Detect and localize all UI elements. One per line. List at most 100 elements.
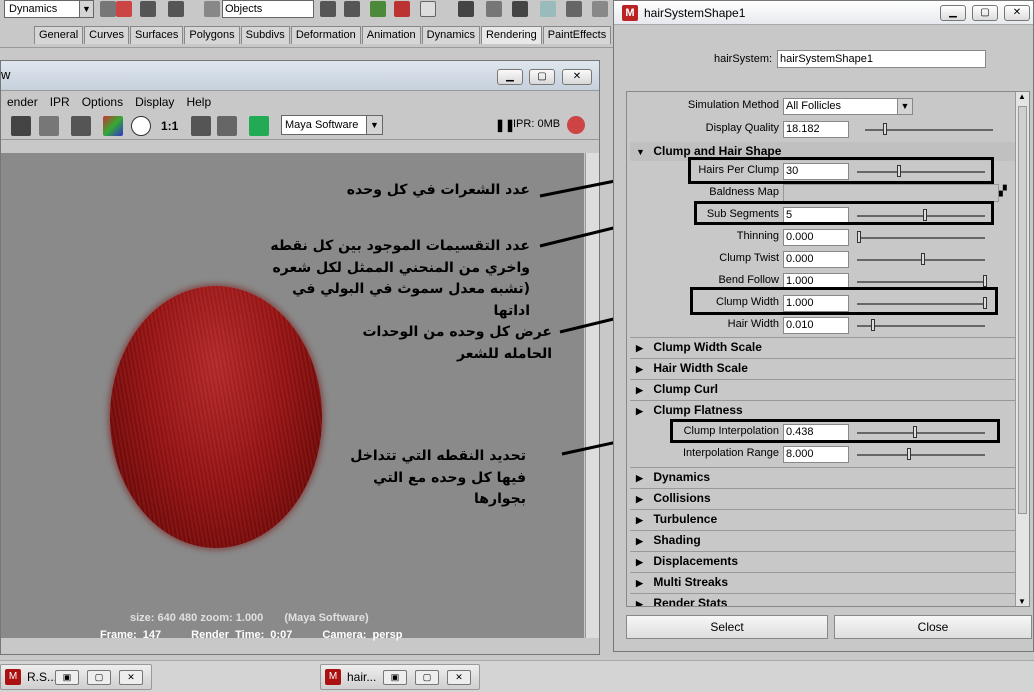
scroll-thumb[interactable] (1018, 106, 1027, 514)
real-size-button[interactable]: 1:1 (161, 119, 178, 133)
history-icon[interactable] (420, 1, 436, 17)
chevron-down-icon[interactable]: ▼ (897, 98, 913, 115)
render-view-scrollbar[interactable] (585, 153, 599, 638)
annotation-clump-interpolation: تحديد النقطه التي تتداخل فيها كل وحده مع… (350, 448, 526, 508)
section-hair-width-scale[interactable]: ▶ Hair Width Scale (630, 358, 1015, 377)
menu-display[interactable]: Display (129, 92, 180, 112)
slider-track[interactable] (857, 325, 985, 327)
interpolation-range-field[interactable]: 8.000 (783, 446, 849, 463)
shelf-tab-rendering[interactable]: Rendering (480, 26, 542, 44)
taskbar-item-render-settings[interactable]: M R.S... ▣ ▢ ✕ (0, 664, 152, 690)
redo-render-icon[interactable] (11, 116, 31, 136)
snap-grid-icon[interactable] (320, 1, 336, 17)
slider-thumb[interactable] (921, 253, 925, 265)
baldness-map-field[interactable] (783, 184, 999, 202)
render-view-titlebar[interactable]: w ▁ ▢ ✕ (1, 61, 599, 91)
attribute-editor-icon[interactable] (566, 1, 582, 17)
menu-render[interactable]: ender (1, 92, 44, 112)
close-editor-button[interactable]: Close (834, 615, 1032, 639)
scroll-down-icon[interactable]: ▼ (1018, 597, 1026, 606)
shelf-tab[interactable]: Polygons (184, 26, 240, 44)
minimize-button[interactable]: ▁ (940, 5, 966, 21)
render-time-text: Render Time: 0:07 (191, 629, 293, 641)
tool-settings-icon[interactable] (592, 1, 608, 17)
section-shading[interactable]: ▶ Shading (630, 530, 1015, 549)
keep-image-icon[interactable] (191, 116, 211, 136)
thinning-field[interactable]: 0.000 (783, 229, 849, 246)
shelf-tab[interactable]: PaintEffects (542, 26, 612, 44)
restore-icon[interactable]: ▣ (55, 670, 79, 685)
section-clump-flatness[interactable]: ▶ Clump Flatness (630, 400, 1015, 419)
map-button-icon[interactable]: ▞ (999, 186, 1007, 197)
attribute-panel-scrollbar[interactable]: ▲ ▼ (1015, 92, 1029, 606)
remove-image-icon[interactable] (217, 116, 237, 136)
taskbar-item-hair[interactable]: M hair... ▣ ▢ ✕ (320, 664, 480, 690)
hair-width-field[interactable]: 0.010 (783, 317, 849, 334)
shelf-tab[interactable]: Surfaces (129, 26, 184, 44)
alpha-channel-icon[interactable] (131, 116, 151, 136)
restore-icon[interactable]: ▣ (383, 670, 407, 685)
new-scene-icon[interactable] (116, 1, 132, 17)
slider-track[interactable] (857, 454, 985, 456)
maximize-button[interactable]: ▢ (972, 5, 998, 21)
simulation-method-select[interactable]: All Follicles (783, 98, 912, 115)
save-scene-icon[interactable] (168, 1, 184, 17)
close-button[interactable]: ✕ (562, 69, 592, 85)
close-icon[interactable]: ✕ (119, 670, 143, 685)
scroll-up-icon[interactable]: ▲ (1018, 92, 1026, 101)
maximize-icon[interactable]: ▢ (87, 670, 111, 685)
section-render-stats[interactable]: ▶ Render Stats (630, 593, 1015, 606)
maximize-icon[interactable]: ▢ (415, 670, 439, 685)
shelf-tab[interactable]: Dynamics (421, 26, 480, 44)
section-clump-curl[interactable]: ▶ Clump Curl (630, 379, 1015, 398)
select-button[interactable]: Select (626, 615, 828, 639)
render-region-icon[interactable] (71, 116, 91, 136)
section-turbulence[interactable]: ▶ Turbulence (630, 509, 1015, 528)
rgb-channel-icon[interactable] (103, 116, 123, 136)
clump-twist-field[interactable]: 0.000 (783, 251, 849, 268)
snapshot-icon[interactable] (249, 116, 269, 136)
menu-help[interactable]: Help (180, 92, 217, 112)
node-name-field[interactable]: hairSystemShape1 (777, 50, 986, 68)
shelf-tab[interactable]: Subdivs (240, 26, 290, 44)
input-line-icon[interactable] (540, 1, 556, 17)
shelf-tab[interactable]: General (34, 26, 84, 44)
snap-plane-icon[interactable] (394, 1, 410, 17)
highlight-hairs-per-clump (688, 157, 994, 184)
attr-label: Interpolation Range (682, 447, 779, 459)
snap-curve-icon[interactable] (344, 1, 360, 17)
section-displacements[interactable]: ▶ Displacements (630, 551, 1015, 570)
slider-track[interactable] (857, 281, 985, 283)
minimize-button[interactable]: ▁ (497, 69, 523, 85)
slider-thumb[interactable] (907, 448, 911, 460)
shelf-tab[interactable]: Animation (361, 26, 421, 44)
attribute-editor-titlebar[interactable]: M hairSystemShape1 ▁ ▢ ✕ (614, 1, 1033, 25)
ipr-icon[interactable] (39, 116, 59, 136)
close-icon[interactable]: ✕ (447, 670, 471, 685)
slider-track[interactable] (857, 237, 985, 239)
snap-point-icon[interactable] (370, 1, 386, 17)
slider-thumb[interactable] (871, 319, 875, 331)
section-dynamics[interactable]: ▶ Dynamics (630, 467, 1015, 486)
slider-thumb[interactable] (883, 123, 887, 135)
render-frame-icon[interactable] (458, 1, 474, 17)
section-collisions[interactable]: ▶ Collisions (630, 488, 1015, 507)
shelf-tab[interactable]: Curves (84, 26, 129, 44)
render-settings-icon[interactable] (512, 1, 528, 17)
renderer-select[interactable]: Maya Software ▼ (281, 115, 383, 135)
slider-thumb[interactable] (983, 275, 987, 287)
shelf-tab[interactable]: Deformation (290, 26, 361, 44)
menu-options[interactable]: Options (76, 92, 129, 112)
menu-set-select[interactable]: Dynamics ▼ (4, 0, 94, 18)
slider-thumb[interactable] (857, 231, 861, 243)
close-button[interactable]: ✕ (1004, 5, 1030, 21)
menu-ipr[interactable]: IPR (44, 92, 76, 112)
section-clump-width-scale[interactable]: ▶ Clump Width Scale (630, 337, 1015, 356)
select-menu-icon[interactable] (204, 1, 220, 17)
open-scene-icon[interactable] (140, 1, 156, 17)
selection-mode-select[interactable]: Objects (222, 0, 314, 18)
section-multi-streaks[interactable]: ▶ Multi Streaks (630, 572, 1015, 591)
maximize-button[interactable]: ▢ (529, 69, 555, 85)
ipr-render-icon[interactable] (486, 1, 502, 17)
display-quality-field[interactable]: 18.182 (783, 121, 849, 138)
